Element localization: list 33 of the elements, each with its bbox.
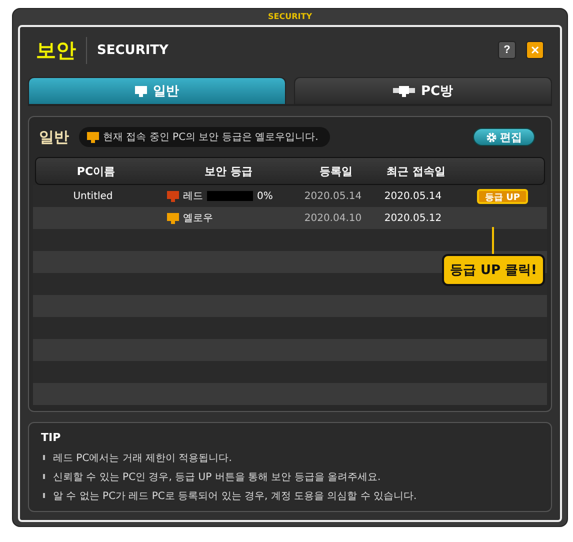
gear-icon [486,132,497,142]
monitor-icon [135,86,147,96]
tip-item: 신뢰할 수 있는 PC인 경우, 등급 UP 버튼을 통해 보안 등급을 올려주세요. [41,470,539,484]
tab[interactable]: PC방 [294,77,552,104]
column-header: PC이름 [76,164,116,178]
notice-text: 현재 접속 중인 PC의 보안 등급은 옐로우입니다. [103,131,318,144]
monitor-icon [87,132,99,142]
table-cell-text: 2020.05.14 [303,190,363,202]
close-button[interactable]: ✕ [526,41,544,59]
column-header: 보안 등급 [204,164,254,178]
tip-item: 레드 PC에서는 거래 제한이 적용됩니다. [41,451,539,465]
window-title: 보안 [36,36,87,64]
column-header: 최근 접속일 [386,164,446,178]
grade-label: 옐로우 [183,212,213,225]
column-header: 등록일 [318,164,354,178]
window-subtitle: SECURITY [97,42,170,58]
grade-up-button[interactable]: 등급 UP [476,188,528,204]
tab[interactable]: 일반 [28,77,286,104]
callout-bubble: 등급 UP 클릭! [442,254,545,286]
table-cell-text: 2020.04.10 [303,212,363,224]
table-cell-text: 2020.05.14 [383,190,443,202]
help-button[interactable]: ? [498,41,516,59]
table-cell-text: 2020.05.12 [383,212,443,224]
panel-title: 일반 [39,128,69,146]
leader-line [492,227,494,254]
edit-button[interactable]: 편집 [473,128,535,146]
grade-label: 레드 [183,190,203,203]
tip-item: 알 수 없는 PC가 레드 PC로 등록되어 있는 경우, 계정 도용을 의심할 수 있습니다. [41,489,539,503]
table-cell-text: Untitled [72,190,114,202]
window-caption: SECURITY [268,11,312,23]
tip-title: TIP [41,431,62,444]
monitors-icon [392,86,415,96]
percent-label: 0% [257,190,273,202]
